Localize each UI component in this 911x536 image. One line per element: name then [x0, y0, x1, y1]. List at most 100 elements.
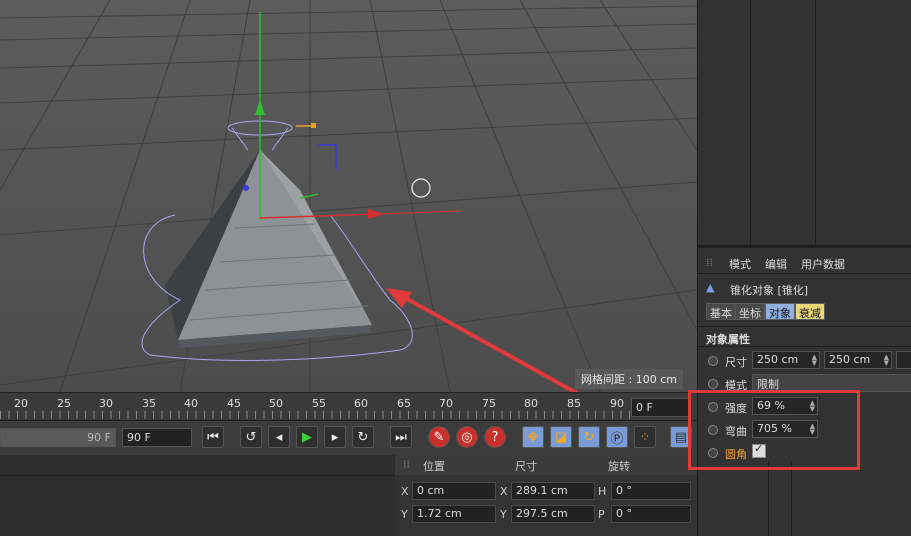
go-to-end-icon: ⏭: [395, 429, 407, 445]
previous-key-button[interactable]: ↺: [240, 426, 262, 448]
record-keys-button[interactable]: ✎: [428, 426, 450, 448]
spinner-icon: ▲ ▼: [811, 353, 817, 367]
play-button[interactable]: ▶: [296, 426, 318, 448]
go-to-start-icon: ⏮: [207, 429, 219, 445]
tab-basic[interactable]: 基本: [706, 303, 736, 320]
annotation-arrow: [399, 293, 579, 392]
grid-dots-icon: ⁘: [639, 429, 651, 445]
menu-edit[interactable]: 编辑: [765, 256, 787, 272]
panel-divider: [0, 475, 395, 476]
tick-label: 75: [482, 397, 496, 410]
tab-coordinates[interactable]: 坐标: [735, 303, 765, 320]
tapered-pyramid: [165, 150, 372, 348]
tick-label: 40: [184, 397, 198, 410]
play-icon: ▶: [302, 429, 312, 445]
axis-label-x: X: [401, 485, 409, 498]
tick-label: 70: [439, 397, 453, 410]
question-icon: ?: [491, 429, 499, 445]
size-x-field[interactable]: 289.1 cm: [511, 482, 595, 500]
size-y-value: 250 cm: [829, 353, 871, 366]
size-y-field[interactable]: 297.5 cm: [511, 505, 595, 523]
parameter-key-button[interactable]: Ⓟ: [606, 426, 628, 448]
tick-label: 80: [524, 397, 538, 410]
position-header: 位置: [423, 460, 445, 473]
size-x-field[interactable]: 250 cm ▲ ▼: [752, 351, 820, 369]
object-title: 锥化对象 [锥化]: [730, 284, 809, 297]
position-y-field[interactable]: 1.72 cm: [412, 505, 496, 523]
tick-label: 60: [354, 397, 368, 410]
axis-label-y: Y: [500, 508, 507, 521]
position-x-field[interactable]: 0 cm: [412, 482, 496, 500]
axis-label-p: P: [598, 508, 605, 521]
go-to-start-button[interactable]: ⏮: [202, 426, 224, 448]
current-frame-field[interactable]: 0 F: [631, 398, 691, 417]
size-z-field[interactable]: [896, 351, 911, 369]
viewport-scene: [0, 0, 697, 392]
tab-falloff[interactable]: 衰减: [795, 303, 825, 320]
rotation-p-field[interactable]: 0 °: [611, 505, 691, 523]
scale-key-button[interactable]: ◪: [550, 426, 572, 448]
menu-user-data[interactable]: 用户数据: [801, 256, 845, 272]
end-frame-field[interactable]: 90 F: [122, 428, 192, 447]
rotate-icon: ↻: [583, 429, 595, 445]
tick-label: 35: [142, 397, 156, 410]
autokey-button[interactable]: ◎: [456, 426, 478, 448]
cursor-circle: [411, 178, 431, 198]
tick-label: 90: [610, 397, 624, 410]
menu-divider: [698, 273, 911, 274]
panel-divider: [768, 462, 769, 536]
key-icon: ✎: [433, 429, 445, 445]
size-y-field[interactable]: 250 cm ▲ ▼: [824, 351, 892, 369]
point-level-button[interactable]: ⁘: [634, 426, 656, 448]
move-key-button[interactable]: ✥: [522, 426, 544, 448]
next-frame-button[interactable]: ▸: [324, 426, 346, 448]
timeline-ruler[interactable]: 20 25 30 35 40 45 50 55 60 65 70 75 80 8…: [0, 392, 697, 421]
next-frame-icon: ▸: [331, 429, 339, 445]
autokey-icon: ◎: [461, 429, 473, 445]
next-key-icon: ↻: [357, 429, 369, 445]
panel-divider: [698, 245, 911, 248]
material-panel: [0, 455, 396, 536]
timeline-ticks: [0, 411, 637, 419]
size-radio[interactable]: [708, 356, 718, 366]
menu-mode[interactable]: 模式: [729, 256, 751, 272]
size-header: 尺寸: [515, 460, 537, 473]
viewport-3d[interactable]: 网格间距 : 100 cm: [0, 0, 697, 392]
parameter-icon: Ⓟ: [610, 431, 624, 447]
rotation-header: 旋转: [608, 460, 630, 473]
coordinates-panel: ⁞⁞ 位置 尺寸 旋转 X 0 cm X 289.1 cm H 0 ° Y 1.…: [395, 455, 697, 536]
taper-icon: ▲: [706, 281, 715, 294]
section-divider: [698, 346, 911, 347]
tick-label: 25: [57, 397, 71, 410]
tick-label: 20: [14, 397, 28, 410]
go-to-end-button[interactable]: ⏭: [390, 426, 412, 448]
transport-bar: 90 F 90 F ⏮ ↺ ◂ ▶ ▸ ↻ ⏭ ✎ ◎ ? ✥ ◪ ↻ Ⓟ ⁘ …: [0, 420, 697, 456]
spinner-icon: ▲ ▼: [883, 353, 889, 367]
previous-frame-button[interactable]: ◂: [268, 426, 290, 448]
tabs-divider: [698, 326, 911, 327]
next-key-button[interactable]: ↻: [352, 426, 374, 448]
scale-icon: ◪: [554, 429, 568, 445]
keyframe-selection-button[interactable]: ?: [484, 426, 506, 448]
film-icon: ▤: [674, 429, 688, 445]
object-manager-divider: [815, 0, 816, 245]
tick-label: 85: [567, 397, 581, 410]
mode-radio[interactable]: [708, 379, 718, 389]
annotation-highlight-box: [688, 390, 860, 470]
tab-object[interactable]: 对象: [765, 303, 795, 320]
section-title: 对象属性: [706, 333, 750, 346]
rotation-h-field[interactable]: 0 °: [611, 482, 691, 500]
size-label: 尺寸: [725, 356, 747, 369]
tick-label: 65: [397, 397, 411, 410]
grid-spacing-label: 网格间距 : 100 cm: [575, 369, 683, 389]
tick-label: 30: [99, 397, 113, 410]
preview-range-field[interactable]: 90 F: [0, 428, 116, 447]
panel-grip-icon: ⁞⁞: [403, 458, 410, 471]
tick-label: 45: [227, 397, 241, 410]
previous-frame-icon: ◂: [275, 429, 283, 445]
size-x-value: 250 cm: [757, 353, 799, 366]
object-manager-divider: [750, 0, 751, 245]
rotate-key-button[interactable]: ↻: [578, 426, 600, 448]
panel-grip-icon: ⁞⁞: [706, 256, 713, 269]
axis-label-h: H: [598, 485, 607, 498]
